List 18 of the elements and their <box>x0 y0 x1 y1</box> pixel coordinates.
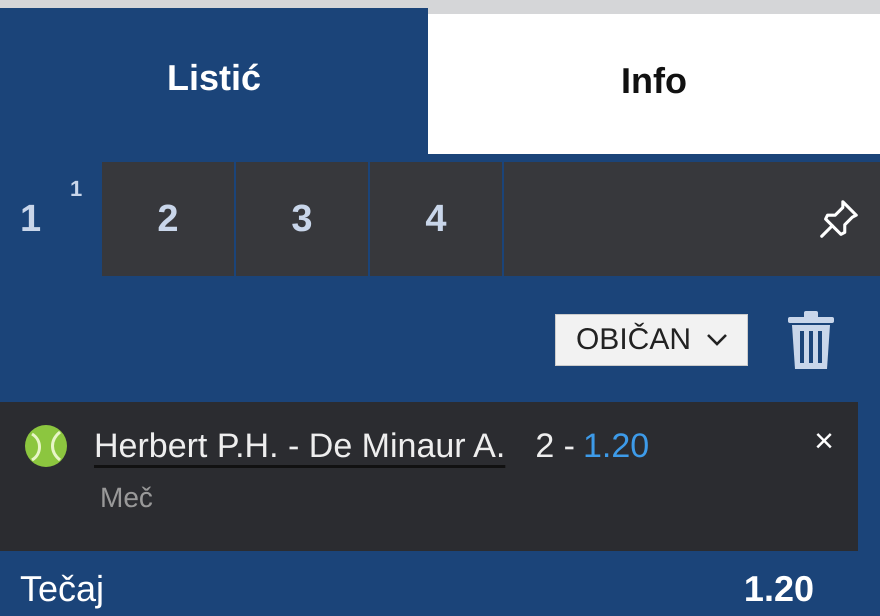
odds-value: 1.20 <box>583 426 650 466</box>
slip-tab[interactable]: 1 1 <box>0 162 100 276</box>
trash-icon[interactable] <box>786 311 836 369</box>
chevron-down-icon <box>705 332 729 348</box>
market-label: Meč <box>100 482 154 514</box>
slip-tab[interactable]: 2 <box>102 162 234 276</box>
match-link[interactable]: Herbert P.H. - De Minaur A. <box>94 426 506 466</box>
slip-tab[interactable]: 4 <box>370 162 502 276</box>
count-label: 1 <box>70 176 82 202</box>
total-label: Tečaj <box>20 567 104 611</box>
tennis-ball-icon <box>24 424 68 468</box>
bet-type-dropdown[interactable]: OBIČAN <box>554 314 748 366</box>
pick-label: 2 - <box>535 426 575 466</box>
slip-tab[interactable]: 3 <box>236 162 368 276</box>
tab[interactable]: Info <box>428 14 880 154</box>
tab[interactable]: Listić <box>0 8 428 154</box>
close-button[interactable]: × <box>814 424 834 458</box>
total-odds-value: 1.20 <box>744 567 814 611</box>
